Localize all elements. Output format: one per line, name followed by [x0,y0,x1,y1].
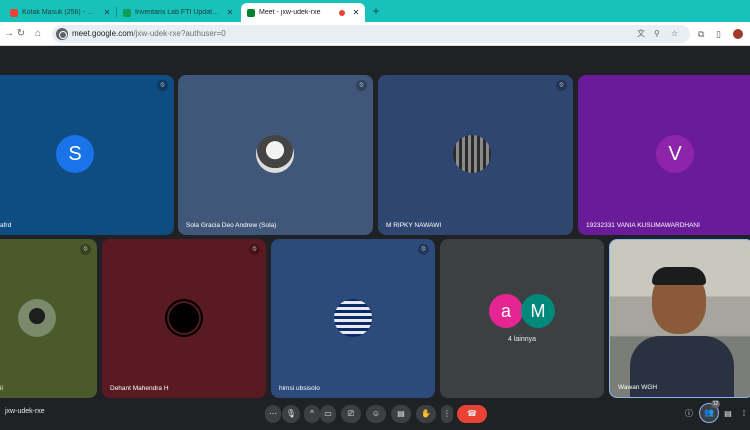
side-panel-icon[interactable]: ▯ [716,27,721,41]
avatar [256,135,294,173]
profile-avatar[interactable] [732,28,744,40]
zoom-icon[interactable]: ⚲ [654,28,660,40]
leave-call-button[interactable]: ☎ [457,405,487,423]
chat-icon[interactable]: ▤ [721,407,735,421]
close-icon[interactable]: ✕ [225,8,235,17]
site-info-icon[interactable] [56,28,68,40]
person-hair [652,267,706,285]
participant-name: afrd [0,222,12,229]
participant-tile[interactable]: ⦸ Sola Gracia Deo Andrew (Sola) [178,75,373,235]
participant-name: Sola Gracia Deo Andrew (Sola) [186,222,277,229]
gmail-icon [10,8,18,17]
tab-title: Kotak Masuk (256) - wawan.wgh [22,9,98,16]
avatar [18,299,56,337]
url-text[interactable]: meet.google.com/jxw-udek-rxe?authuser=0 [72,28,226,40]
participant-name: M RIPKY NAWAWI [386,222,442,229]
mic-off-icon: ⦸ [356,80,367,91]
avatar: a [489,294,523,328]
avatar: S [56,135,94,173]
chevron-up-icon[interactable]: ^ [304,405,320,423]
emoji-icon[interactable]: ☺ [366,405,386,423]
activities-icon[interactable]: ⁞ [739,407,749,421]
meeting-controls: jxw-udek-rxe ⋯ 🎙 ^ ▭ ⎚ ☺ ▤ ✋ ⋮ ☎ ⓘ 👥 12 … [0,398,750,430]
close-icon[interactable]: ✕ [102,8,112,17]
sheets-icon [123,8,131,17]
more-participants-label: 4 lainnya [507,336,537,343]
address-bar[interactable]: meet.google.com/jxw-udek-rxe?authuser=0 … [52,25,690,43]
microphone-icon[interactable]: 🎙 [282,405,300,423]
tab-sheets[interactable]: Inventaris Lab FTI Update Genap ✕ [117,3,239,22]
meeting-code: jxw-udek-rxe [5,408,45,415]
meeting-info-icon[interactable]: ⓘ [682,407,696,421]
participant-tile[interactable]: V 19232331 VANIA KUSUMAWARDHANI [578,75,750,235]
self-video-tile[interactable]: Wawan WGH [609,239,750,398]
mic-off-icon: ⦸ [157,80,168,91]
mic-off-icon: ⦸ [80,244,91,255]
meet-icon [247,8,255,17]
participant-name: himsi ubsisolo [279,385,320,392]
avatar [334,299,372,337]
participant-name: Wawan WGH [618,384,658,391]
captions-icon[interactable]: ▤ [391,405,411,423]
participant-tile[interactable]: ⦸ Dehant Mahendra H [102,239,266,398]
bookmark-star-icon[interactable]: ☆ [671,28,678,40]
tab-meet[interactable]: Meet - jxw-udek-rxe ✕ [241,3,365,22]
participant-tile[interactable]: ⦸ S afrd [0,75,174,235]
camera-icon[interactable]: ▭ [320,405,336,423]
participant-name: 19232331 VANIA KUSUMAWARDHANI [586,222,700,229]
extensions-icon[interactable]: ⧉ [698,27,704,41]
more-participants-tile[interactable]: a M 4 lainnya [440,239,604,398]
meeting-stage: ⦸ S afrd ⦸ Sola Gracia Deo Andrew (Sola)… [0,46,750,398]
participant-tile[interactable]: ⦸ il [0,239,97,398]
mic-off-icon: ⦸ [556,80,567,91]
participant-tile[interactable]: ⦸ M RIPKY NAWAWI [378,75,573,235]
participant-tile[interactable]: ⦸ himsi ubsisolo [271,239,435,398]
tab-gmail[interactable]: Kotak Masuk (256) - wawan.wgh ✕ [4,3,116,22]
mic-off-icon: ⦸ [418,244,429,255]
participant-name: il [0,385,3,392]
avatar [165,299,203,337]
recording-dot-icon [339,9,345,16]
browser-toolbar: → ↻ ⌂ meet.google.com/jxw-udek-rxe?authu… [0,22,750,46]
avatar [453,135,491,173]
more-audio-options-button[interactable]: ⋯ [265,405,281,423]
tab-title: Inventaris Lab FTI Update Genap [135,9,221,16]
participant-count-badge: 12 [711,400,720,408]
avatar: V [656,135,694,173]
participant-name: Dehant Mahendra H [110,385,169,392]
home-icon[interactable]: ⌂ [31,27,45,41]
new-tab-button[interactable]: + [369,4,383,18]
translate-icon[interactable]: 文 [637,28,645,40]
raise-hand-icon[interactable]: ✋ [416,405,436,423]
more-options-icon[interactable]: ⋮ [441,405,453,423]
avatar: M [521,294,555,328]
mic-off-icon: ⦸ [249,244,260,255]
present-screen-icon[interactable]: ⎚ [341,405,361,423]
reload-icon[interactable]: ↻ [14,27,28,41]
tab-strip: Kotak Masuk (256) - wawan.wgh ✕ Inventar… [0,0,750,22]
tab-title: Meet - jxw-udek-rxe [259,9,321,16]
close-icon[interactable]: ✕ [351,8,361,17]
